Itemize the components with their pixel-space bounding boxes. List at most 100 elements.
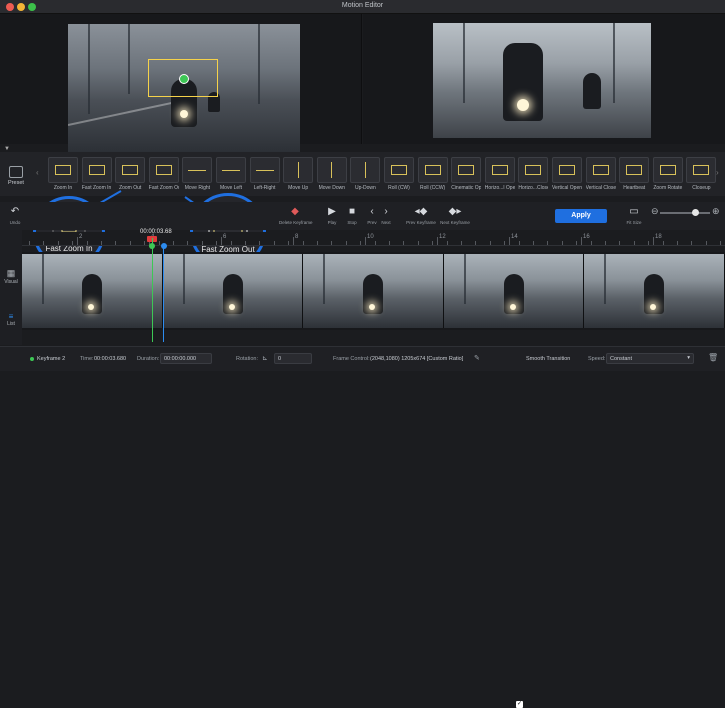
ruler-minor-tick — [144, 241, 146, 245]
preset-item[interactable]: Zoom In — [48, 157, 78, 191]
preset-glyph — [391, 165, 407, 175]
ruler-minor-tick — [417, 241, 419, 245]
smooth-transition-label: Smooth Transition — [526, 356, 571, 362]
preset-item-label: Roll (CW) — [388, 185, 410, 191]
ruler-tick — [293, 237, 294, 245]
video-track[interactable] — [22, 252, 725, 330]
headlight — [228, 304, 235, 310]
ruler-minor-tick — [605, 241, 606, 245]
source-preview-panel — [0, 14, 362, 152]
ruler-minor-tick — [489, 241, 491, 245]
apply-button[interactable]: Apply — [555, 209, 607, 223]
speed-value: Constant — [610, 356, 633, 362]
zoom-slider-track[interactable] — [660, 212, 710, 214]
trash-icon[interactable]: 🗑 — [708, 353, 718, 362]
preset-button[interactable]: Preset — [4, 166, 28, 186]
rotation-dial-icon[interactable]: ⊾ — [262, 354, 268, 362]
ruler-minor-tick — [230, 241, 232, 245]
next-keyframe-icon: ◆▸ — [448, 206, 462, 217]
preset-item[interactable]: Roll (CCW) — [417, 157, 448, 191]
ruler-tick-label: 12 — [439, 234, 446, 240]
next-button[interactable]: › Next — [371, 206, 401, 225]
time-label: Time: — [80, 356, 94, 362]
zoom-in-icon[interactable]: ⊕ — [712, 206, 720, 217]
zoom-slider-knob[interactable] — [692, 209, 699, 216]
preset-item[interactable]: Move Left — [216, 157, 246, 191]
preset-item[interactable]: Fast Zoom Out — [148, 157, 179, 191]
ruler-minor-tick — [173, 241, 174, 245]
preset-item[interactable]: Zoom Rotate — [652, 157, 683, 191]
preset-item[interactable]: Move Down — [316, 157, 347, 191]
ruler-minor-tick — [317, 241, 318, 245]
bridge-pole — [613, 23, 615, 103]
preset-glyph — [188, 169, 207, 171]
rotation-field[interactable]: 0 — [274, 353, 312, 364]
preset-item[interactable]: Heartbeat — [619, 157, 650, 191]
preset-thumbnail-icon — [384, 157, 414, 183]
preset-item-label: Move Down — [318, 185, 345, 191]
keyframe-marker[interactable] — [161, 243, 167, 249]
preset-item[interactable]: Horizo...l Open — [484, 157, 515, 191]
preset-thumbnail-icon — [148, 157, 179, 183]
preset-item[interactable]: Zoom Out — [115, 157, 146, 191]
preset-glyph — [297, 162, 299, 178]
prev-keyframe-button[interactable]: ◂◆ Prev Keyframe — [404, 206, 438, 225]
list-track-button[interactable]: ≡ List — [0, 312, 22, 327]
preset-glyph — [491, 165, 508, 175]
preset-item[interactable]: Vertical Open — [552, 157, 582, 191]
visual-track-button[interactable]: ▦ Visual — [0, 268, 22, 285]
output-preview-panel — [363, 14, 725, 144]
list-track-icon: ≡ — [8, 312, 14, 321]
selection-center-handle[interactable] — [179, 74, 189, 84]
next-keyframe-button[interactable]: ◆▸ Next Keyframe — [438, 206, 472, 225]
preset-item[interactable]: Fast Zoom In — [81, 157, 112, 191]
ruler-minor-tick — [57, 241, 59, 245]
fit-size-button[interactable]: ▭ Fit Size — [619, 206, 649, 225]
preset-item[interactable]: Move Up — [283, 157, 314, 191]
preset-item-label: Roll (CCW) — [419, 185, 446, 191]
frame-control-edit-icon[interactable]: ✎ — [474, 354, 480, 362]
preset-thumbnail-icon — [451, 157, 482, 183]
preset-item-label: Zoom Rotate — [653, 185, 683, 191]
timeline-ruler[interactable]: 24681012141618 — [22, 232, 725, 246]
film-frame — [303, 254, 444, 328]
preset-thumbnail-icon — [552, 157, 582, 183]
preset-item[interactable]: Left-Right — [249, 157, 280, 191]
preset-thumbnail-icon — [652, 157, 683, 183]
ruler-minor-tick — [619, 241, 621, 245]
ruler-minor-tick — [461, 241, 462, 245]
preset-item[interactable]: Up-Down — [350, 157, 381, 191]
track-side-panel: ▦ Visual ≡ List — [0, 230, 22, 345]
smooth-transition-checkbox[interactable]: ✓ — [516, 701, 523, 708]
preset-item[interactable]: Move Right — [182, 157, 213, 191]
preset-glyph — [55, 165, 71, 175]
preset-glyph — [659, 165, 676, 175]
speed-select[interactable]: Constant ▾ — [606, 353, 694, 364]
preset-item[interactable]: Roll (CW) — [384, 157, 414, 191]
preset-item-label: Vertical Open — [552, 185, 582, 191]
preset-item[interactable]: Vertical Close — [585, 157, 616, 191]
next-icon: › — [384, 206, 388, 217]
undo-button[interactable]: ↶ Undo — [0, 206, 30, 225]
ruler-minor-tick — [432, 241, 434, 245]
preset-scroll-left-icon[interactable]: ‹ — [36, 168, 39, 177]
playhead-line[interactable] — [152, 238, 153, 342]
zoom-out-icon[interactable]: ⊖ — [651, 206, 659, 217]
preset-scroll-right-icon[interactable]: › — [716, 168, 719, 177]
bridge-pole — [128, 24, 130, 94]
preset-item-label: Vertical Close — [585, 185, 616, 191]
ruler-minor-tick — [129, 241, 131, 245]
preset-thumbnail-icon — [350, 157, 381, 183]
status-bar: Keyframe 2 Time: 00:00:03.680 Duration: … — [0, 346, 725, 708]
duration-field[interactable]: 00:00:00.000 — [160, 353, 212, 364]
keyframe-marker[interactable] — [149, 243, 155, 249]
preset-item[interactable]: Horizo...Close — [518, 157, 549, 191]
prev-keyframe-label: Prev Keyframe — [406, 220, 436, 225]
ruler-minor-tick — [475, 241, 477, 245]
delete-keyframe-button[interactable]: ◆ Delete Keyframe — [279, 206, 313, 225]
preset-item[interactable]: Cinematic Open — [451, 157, 482, 191]
preset-thumbnail-icon — [249, 157, 280, 183]
preset-item[interactable]: Closeup — [686, 157, 717, 191]
film-frame — [22, 254, 163, 328]
preset-item-label: Horizo...l Open — [484, 185, 515, 191]
